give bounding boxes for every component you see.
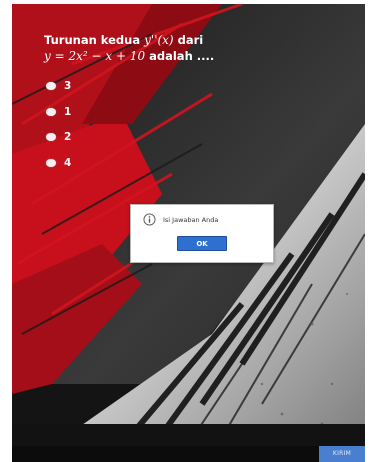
- option-label: 3: [64, 80, 72, 92]
- submit-button[interactable]: KIRIM: [319, 446, 365, 462]
- option-2[interactable]: 2: [46, 131, 71, 143]
- option-label: 4: [64, 156, 72, 169]
- question-line-2: y = 2x² − x + 10 adalah ....: [44, 48, 344, 64]
- question-line-1: Turunan kedua y''(x) dari: [44, 32, 344, 48]
- bottom-bar: [12, 446, 365, 462]
- question-math-function: y = 2x² − x + 10: [44, 49, 146, 63]
- radio-button[interactable]: [46, 107, 56, 116]
- alert-dialog: Isi Jawaban Anda OK: [130, 204, 274, 263]
- option-3[interactable]: 3: [46, 80, 71, 92]
- dialog-message: Isi Jawaban Anda: [163, 215, 219, 224]
- option-label: 2: [64, 131, 72, 143]
- question-text: Turunan kedua y''(x) dari y = 2x² − x + …: [44, 32, 344, 64]
- ok-button[interactable]: OK: [177, 236, 227, 251]
- dialog-content: Isi Jawaban Anda: [143, 213, 218, 226]
- question-word-dari: dari: [177, 33, 204, 47]
- option-4[interactable]: 4: [46, 157, 71, 169]
- question-prefix: Turunan kedua: [44, 33, 141, 47]
- question-suffix: adalah ....: [149, 49, 215, 63]
- option-label: 1: [64, 105, 72, 118]
- question-math-derivative: y''(x): [144, 33, 174, 47]
- radio-button[interactable]: [46, 158, 56, 167]
- answer-options: 3 1 2 4: [46, 80, 71, 182]
- option-1[interactable]: 1: [46, 106, 71, 118]
- app-screen: Turunan kedua y''(x) dari y = 2x² − x + …: [12, 4, 365, 462]
- radio-button[interactable]: [46, 82, 56, 90]
- radio-button[interactable]: [46, 133, 56, 141]
- info-icon: [143, 213, 156, 226]
